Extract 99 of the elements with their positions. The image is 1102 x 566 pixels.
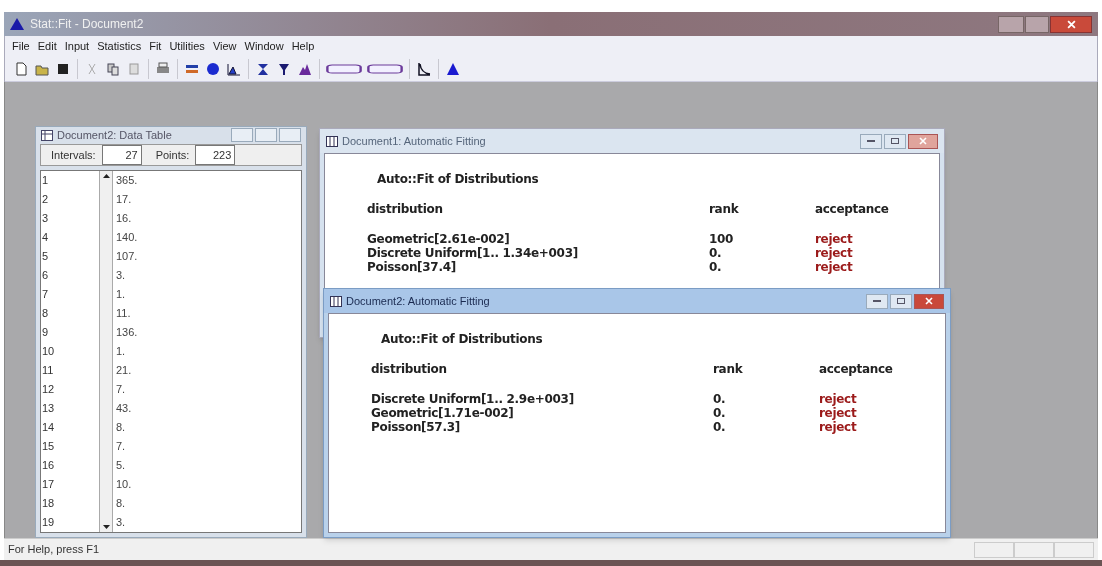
column-header: acceptance [815,201,889,218]
points-label: Points: [155,147,190,163]
row-number: 1 [42,173,50,188]
column-header: distribution [367,201,444,218]
column-header: acceptance [819,361,893,378]
report-heading: Auto::Fit of Distributions [377,171,539,188]
row-number: 19 [42,515,56,530]
data-value: 140. [116,230,139,245]
acceptance-cell: reject [815,232,853,246]
row-number: 13 [42,401,56,416]
scroll-down-icon[interactable] [102,525,110,529]
menu-item[interactable]: File [9,37,33,55]
row-number: 14 [42,420,56,435]
rank-cell-text: 0. [713,392,727,406]
distribution-cell-text: Poisson[37.4] [367,260,457,274]
maximize-button[interactable] [890,293,912,309]
acceptance-cell: reject [819,406,857,420]
close-icon [1066,19,1076,29]
data-value: 107. [116,249,139,264]
points-field[interactable]: 223 [195,144,236,165]
acceptance-cell: reject [819,392,857,406]
maximize-button[interactable] [884,133,906,149]
document-icon [330,295,342,307]
table-icon [41,129,53,141]
menu-item[interactable]: Help [288,37,318,55]
data-value: 5. [116,458,127,473]
menu-item[interactable]: Edit [34,37,60,55]
distribution-cell-text: Discrete Uniform[1.. 2.9e+003] [371,392,575,406]
data-value: 7. [116,382,127,397]
row-number: 3 [42,211,50,226]
data-value: 3. [116,515,127,530]
window-title: Stat::Fit - Document2 [30,16,144,33]
window-title: Document1: Automatic Fitting [342,133,487,149]
scrollbar[interactable] [99,171,113,532]
close-button[interactable] [1050,15,1092,33]
menu-item[interactable]: Input [61,37,93,55]
acceptance-cell: reject [815,246,853,260]
menu-item[interactable]: Statistics [94,37,145,55]
row-number: 18 [42,496,56,511]
menu-item[interactable]: View [209,37,240,55]
scroll-up-icon[interactable] [102,174,110,178]
data-value: 1. [116,344,127,359]
data-value: 136. [116,325,139,340]
row-number: 17 [42,477,56,492]
window-title: Document2: Data Table [57,128,173,143]
row-number: 11 [42,363,55,378]
column-header: rank [713,361,744,378]
distribution-cell-text: Discrete Uniform[1.. 1.34e+003] [367,246,579,260]
report-heading: Auto::Fit of Distributions [381,331,543,348]
rank-cell-text: 0. [709,246,723,260]
close-icon [919,137,927,145]
row-number: 9 [42,325,50,340]
row-number: 4 [42,230,50,245]
document-icon [326,135,338,147]
rank-cell-text: 100 [709,232,735,246]
data-value: 43. [116,401,133,416]
close-button[interactable] [914,293,944,309]
data-value: 365. [116,173,139,188]
minimize-button[interactable] [860,133,882,149]
acceptance-cell: reject [819,420,857,434]
data-value: 21. [116,363,133,378]
row-number: 10 [42,344,56,359]
rank-cell-text: 0. [713,420,727,434]
column-header: distribution [371,361,448,378]
data-value: 1. [116,287,127,302]
row-number: 7 [42,287,50,302]
intervals-field[interactable]: 27 [101,144,142,165]
row-number: 16 [42,458,56,473]
data-value: 16. [116,211,133,226]
data-value: 17. [116,192,133,207]
data-value: 8. [116,496,127,511]
intervals-label: Intervals: [51,147,96,163]
data-value: 11. [116,306,132,321]
data-value: 7. [116,439,127,454]
row-number: 5 [42,249,50,264]
data-value: 10. [116,477,133,492]
row-number: 12 [42,382,56,397]
close-button[interactable] [908,133,938,149]
data-value: 8. [116,420,127,435]
close-icon [925,297,933,305]
row-number: 6 [42,268,50,283]
column-header: rank [709,201,740,218]
data-value: 3. [116,268,127,283]
row-number: 15 [42,439,56,454]
distribution-cell-text: Geometric[1.71e-002] [371,406,515,420]
distribution-cell-text: Poisson[57.3] [371,420,461,434]
minimize-button[interactable] [866,293,888,309]
distribution-cell-text: Geometric[2.61e-002] [367,232,511,246]
row-number: 8 [42,306,50,321]
menu-item[interactable]: Window [241,37,287,55]
menu-item[interactable]: Fit [146,37,165,55]
status-text: For Help, press F1 [8,542,101,558]
row-number: 2 [42,192,50,207]
rank-cell-text: 0. [709,260,723,274]
menu-item[interactable]: Utilities [166,37,208,55]
acceptance-cell: reject [815,260,853,274]
rank-cell-text: 0. [713,406,727,420]
window-title: Document2: Automatic Fitting [346,293,491,309]
app-logo-icon [10,18,24,30]
